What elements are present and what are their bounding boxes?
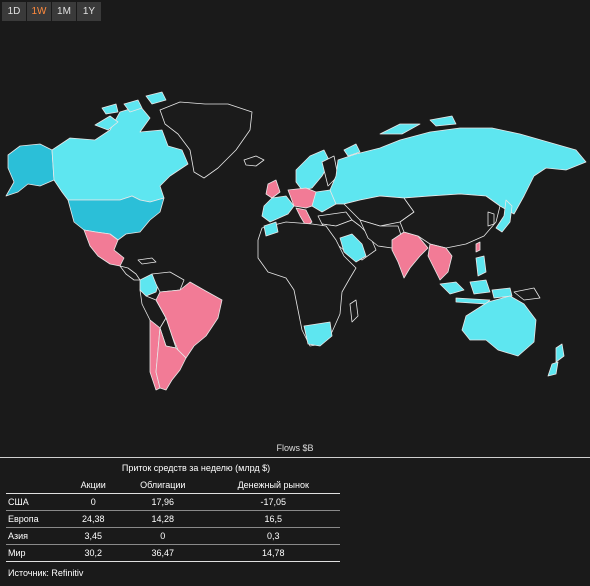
tab-1y[interactable]: 1Y [77, 2, 101, 21]
source-note: Источник: Refinitiv [8, 568, 84, 578]
bonds-value: 17,96 [119, 493, 207, 511]
tab-1m[interactable]: 1M [52, 2, 76, 21]
table-row: США 0 17,96 -17,05 [6, 493, 340, 511]
timeframe-tabs: 1D 1W 1M 1Y [2, 2, 101, 21]
table-header-row: Акции Облигации Денежный рынок [6, 477, 340, 494]
column-header-bonds: Облигации [119, 477, 207, 494]
map-caption: Flows $B [276, 443, 314, 453]
table-row: Мир 30,2 36,47 14,78 [6, 544, 340, 562]
region-australia [461, 295, 537, 357]
region-taiwan [475, 241, 481, 253]
region-papua [513, 287, 541, 301]
region-name: США [6, 493, 68, 511]
region-iceland [243, 155, 265, 167]
bonds-value: 36,47 [119, 544, 207, 562]
money-market-value: 0,3 [206, 527, 340, 545]
region-new-zealand [547, 343, 565, 377]
region-name: Европа [6, 510, 68, 528]
region-philippines [475, 255, 487, 277]
region-madagascar [349, 299, 359, 323]
region-name: Мир [6, 544, 68, 562]
region-usa [67, 195, 165, 241]
equities-value: 30,2 [67, 544, 120, 562]
money-market-value: 14,78 [206, 544, 340, 562]
column-header-money-market: Денежный рынок [206, 477, 340, 494]
world-flows-map[interactable] [0, 40, 590, 440]
bonds-value: 0 [119, 527, 207, 545]
region-alaska [5, 143, 55, 197]
tab-1w[interactable]: 1W [27, 2, 51, 21]
equities-value: 24,38 [67, 510, 120, 528]
region-south-africa [303, 321, 333, 347]
table-row: Азия 3,45 0 0,3 [6, 527, 340, 545]
equities-value: 0 [67, 493, 120, 511]
region-uk [265, 179, 281, 199]
table-row: Европа 24,38 14,28 16,5 [6, 510, 340, 528]
divider [0, 457, 590, 458]
region-se-asia [427, 243, 453, 281]
column-header-region [6, 477, 68, 494]
flows-table: Акции Облигации Денежный рынок США 0 17,… [6, 477, 340, 562]
money-market-value: 16,5 [206, 510, 340, 528]
bonds-value: 14,28 [119, 510, 207, 528]
region-name: Азия [6, 527, 68, 545]
region-korea [487, 211, 495, 227]
column-header-equities: Акции [67, 477, 120, 494]
region-western-europe [261, 195, 295, 223]
tab-1d[interactable]: 1D [2, 2, 26, 21]
table-title: Приток средств за неделю (млрд $) [121, 463, 271, 473]
money-market-value: -17,05 [206, 493, 340, 511]
equities-value: 3,45 [67, 527, 120, 545]
